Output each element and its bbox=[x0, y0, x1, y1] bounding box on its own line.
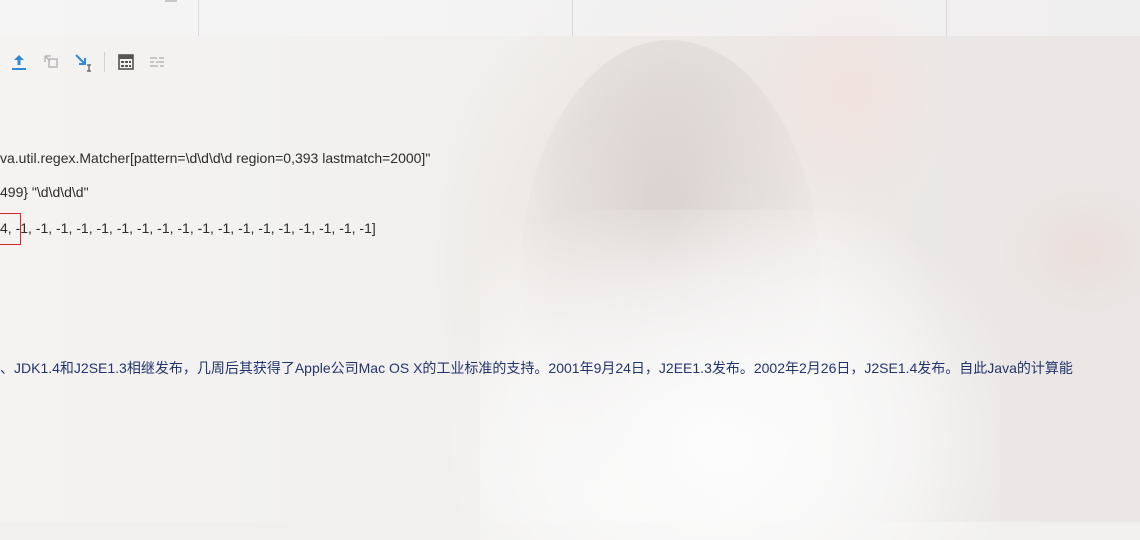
matcher-value-line: va.util.regex.Matcher[pattern=\d\d\d\d r… bbox=[0, 150, 431, 166]
editor-tab-strip bbox=[0, 0, 1140, 36]
toolbar-divider bbox=[104, 52, 105, 72]
groups-array-line: 4, -1, -1, -1, -1, -1, -1, -1, -1, -1, -… bbox=[0, 220, 376, 236]
pattern-value-line: 499} "\d\d\d\d" bbox=[0, 184, 89, 200]
tab-separator bbox=[946, 0, 947, 36]
highlight-annotation-box bbox=[0, 213, 21, 245]
trace-current-stream-icon[interactable] bbox=[146, 51, 168, 73]
debugger-toolbar bbox=[0, 48, 200, 76]
step-out-icon[interactable] bbox=[8, 51, 30, 73]
drop-frame-icon[interactable] bbox=[40, 51, 62, 73]
run-to-cursor-icon[interactable] bbox=[72, 51, 94, 73]
description-text-line: 、JDK1.4和J2SE1.3相继发布，几周后其获得了Apple公司Mac OS… bbox=[0, 360, 1073, 376]
tab-indicator bbox=[165, 0, 177, 2]
tab-separator bbox=[198, 0, 199, 36]
tab-separator bbox=[572, 0, 573, 36]
background-hand bbox=[1000, 180, 1140, 320]
evaluate-expression-icon[interactable] bbox=[115, 51, 137, 73]
